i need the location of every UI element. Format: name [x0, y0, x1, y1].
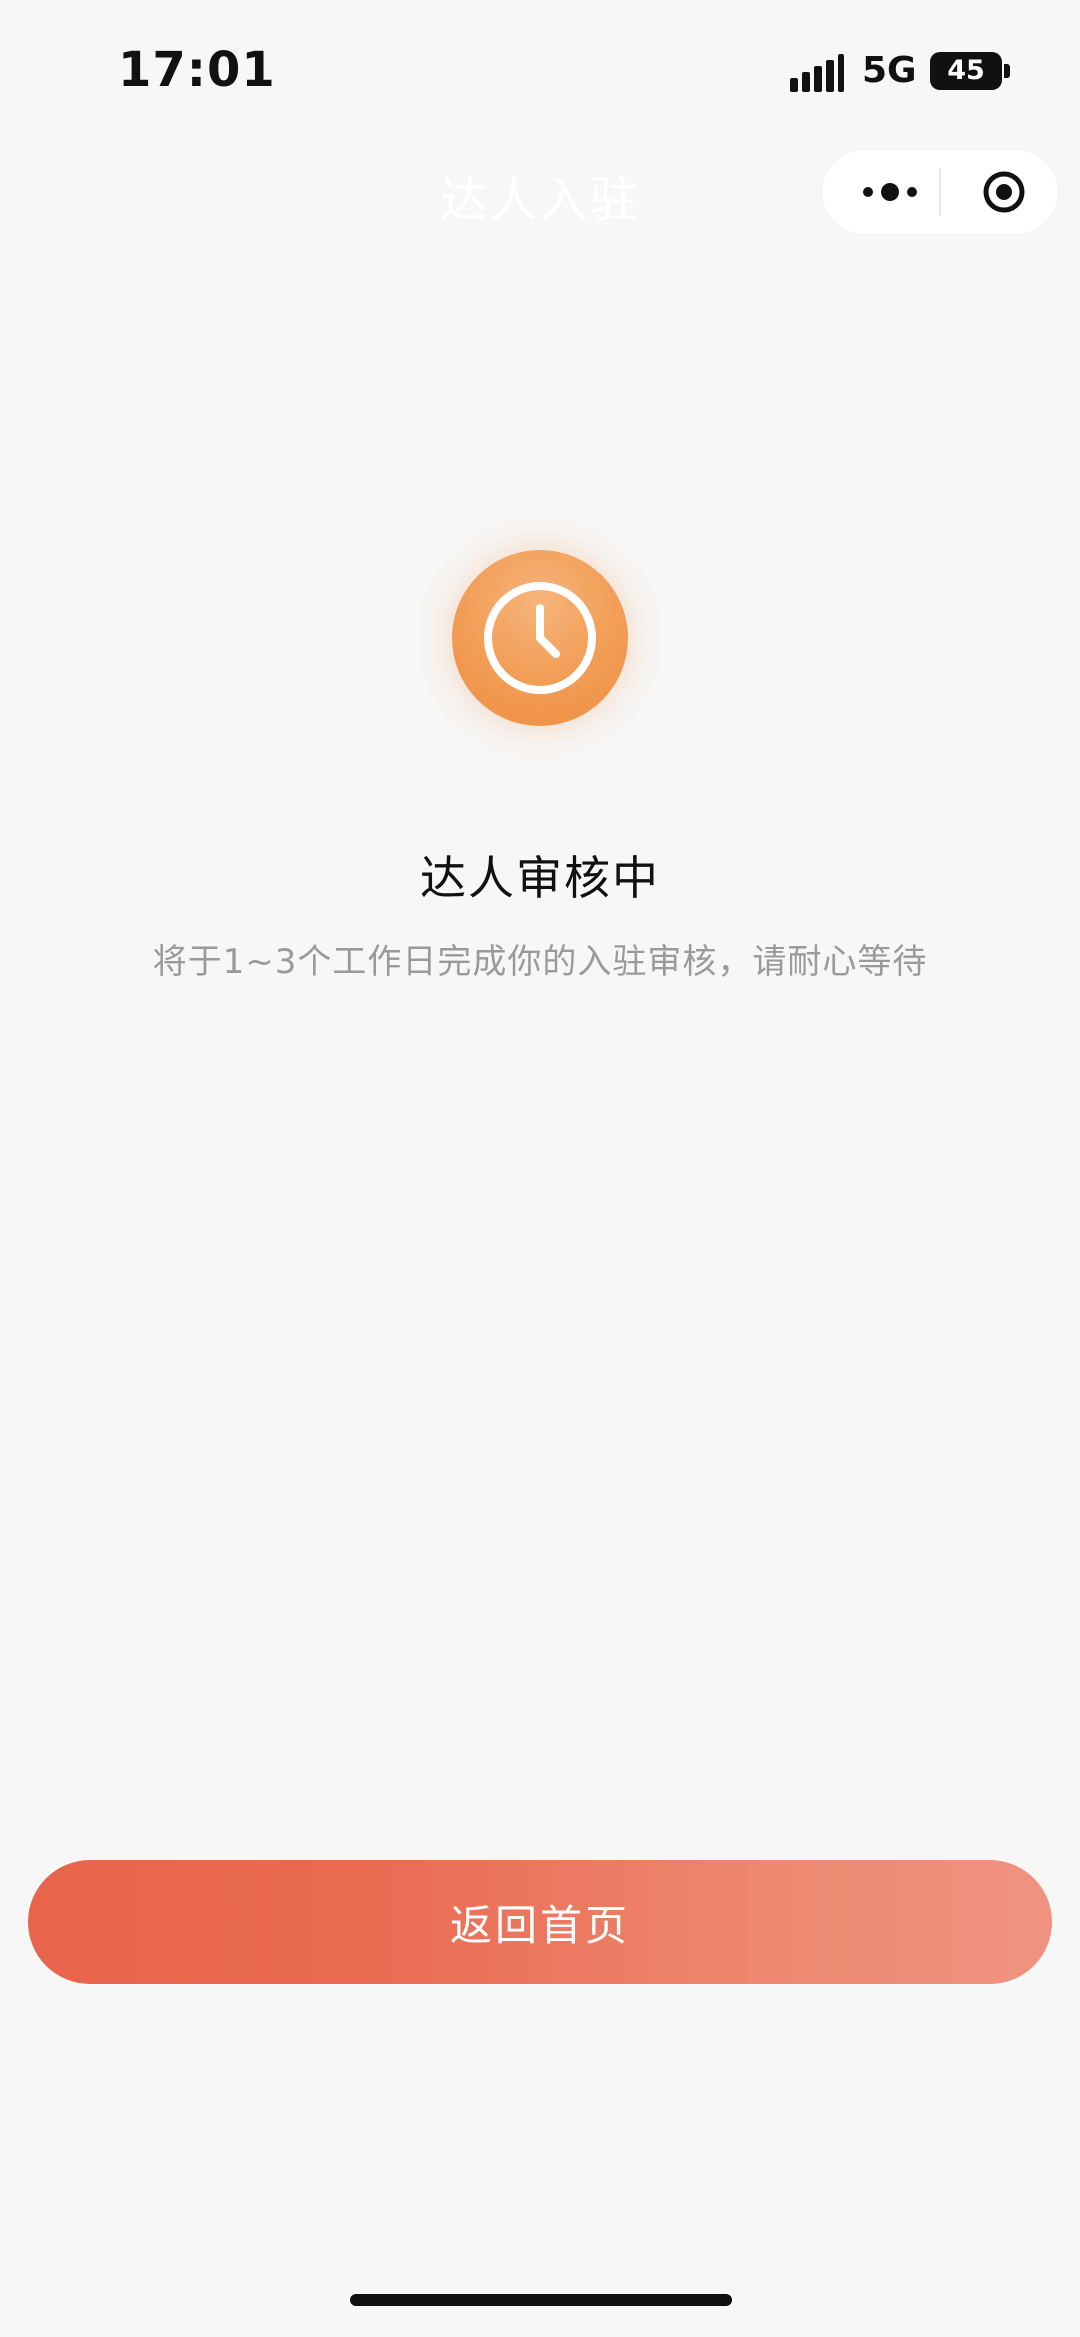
status-icon — [452, 550, 628, 726]
status-time: 17:01 — [118, 42, 276, 98]
more-dot-icon — [881, 183, 899, 201]
more-dot-icon — [907, 187, 917, 197]
network-label: 5G — [862, 50, 917, 91]
review-status-title: 达人审核中 — [420, 851, 660, 905]
close-miniapp-icon[interactable] — [982, 170, 1026, 214]
battery-level: 45 — [947, 55, 985, 86]
review-status-message: 将于1~3个工作日完成你的入驻审核，请耐心等待 — [152, 942, 928, 982]
more-button[interactable] — [858, 175, 922, 209]
battery-tip-icon — [1004, 64, 1010, 78]
more-dot-icon — [863, 187, 873, 197]
battery-indicator: 45 — [930, 52, 1002, 90]
capsule-divider — [939, 168, 941, 216]
status-icon-glow — [412, 510, 668, 766]
clock-icon — [484, 582, 596, 694]
home-indicator — [350, 2294, 732, 2306]
status-bar: 17:01 5G 45 — [0, 0, 1080, 140]
miniapp-capsule — [822, 150, 1058, 234]
signal-icon — [790, 54, 844, 92]
back-home-button[interactable]: 返回首页 — [28, 1860, 1052, 1984]
